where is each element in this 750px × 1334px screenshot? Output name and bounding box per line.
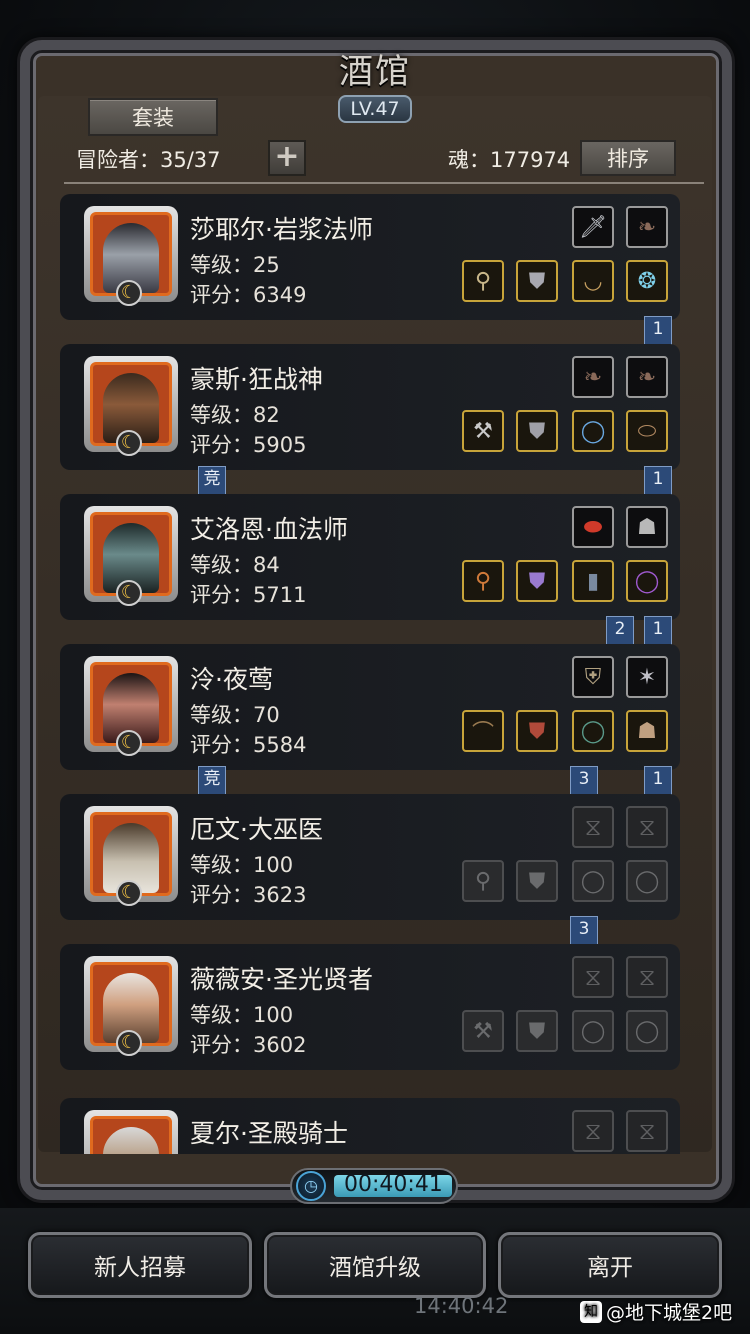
moon-icon: ☾ [116, 280, 142, 306]
feather-icon[interactable]: ❧ [572, 356, 614, 398]
dagger-icon[interactable]: 🗡 [572, 206, 614, 248]
empty-weapon-icon[interactable]: ⚲ [462, 860, 504, 902]
axe-icon[interactable]: ⚒ [462, 410, 504, 452]
adventurer-count: 冒险者：35/37 [76, 148, 221, 172]
hero-card[interactable]: ☾ 薇薇安·圣光贤者 等级：100 评分：3602 ⧖ ⧖ ⚒ ⛊ ◯ ◯ [60, 944, 680, 1070]
armor-icon[interactable]: ⛊ [516, 260, 558, 302]
empty-ring-icon[interactable]: ◯ [626, 1010, 668, 1052]
star-icon[interactable]: ✶ [626, 656, 668, 698]
hero-name: 艾洛恩·血法师 [190, 515, 348, 544]
gem-icon[interactable]: ❂ [626, 260, 668, 302]
watermark: 知 @地下城堡2吧 [580, 1298, 732, 1325]
page-title: 酒馆 [339, 52, 411, 92]
hero-name: 泠·夜莺 [190, 665, 273, 694]
empty-slot-icon[interactable]: ⧖ [626, 1110, 668, 1152]
moon-icon: ☾ [116, 430, 142, 456]
empty-slot-icon[interactable]: ⧖ [572, 806, 614, 848]
ring-icon[interactable]: ◯ [626, 560, 668, 602]
header-divider [64, 182, 704, 184]
hero-name: 夏尔·圣殿骑士 [190, 1119, 348, 1148]
empty-ring-icon[interactable]: ◯ [626, 860, 668, 902]
feather-icon[interactable]: ❧ [626, 356, 668, 398]
armor-icon[interactable]: ⛊ [516, 710, 558, 752]
ring-icon[interactable]: ◯ [572, 710, 614, 752]
moon-icon: ☾ [116, 730, 142, 756]
hero-avatar [103, 1127, 159, 1154]
hero-name: 豪斯·狂战神 [190, 365, 323, 394]
hero-level: 等级：84 [190, 553, 280, 577]
system-clock: 14:40:42 [414, 1294, 509, 1318]
hero-card[interactable]: ☾ 厄文·大巫医 等级：100 评分：3623 ⧖ ⧖ ⚲ ⛊ ◯ ◯ [60, 794, 680, 920]
hero-score: 评分：5905 [190, 433, 307, 457]
mask-icon[interactable]: ☗ [626, 506, 668, 548]
bracer-icon[interactable]: ⬭ [626, 410, 668, 452]
hero-score: 评分：5584 [190, 733, 307, 757]
amulet-icon[interactable]: ◡ [572, 260, 614, 302]
empty-armor-icon[interactable]: ⛊ [516, 860, 558, 902]
leave-button[interactable]: 离开 [498, 1232, 722, 1298]
moon-icon: ☾ [116, 580, 142, 606]
hero-card[interactable]: ☾ 艾洛恩·血法师 等级：84 评分：5711 ⬬ ☗ ⚲ ⛊ ▮ ◯ [60, 494, 680, 620]
hero-level: 等级：82 [190, 403, 280, 427]
hero-score: 评分：3623 [190, 883, 307, 907]
red-gem-icon[interactable]: ⬬ [572, 506, 614, 548]
hero-level: 等级：70 [190, 703, 280, 727]
hero-card[interactable]: 夏尔·圣殿骑士 ⧖ ⧖ [60, 1098, 680, 1154]
staff-icon[interactable]: ⚲ [462, 260, 504, 302]
hero-name: 薇薇安·圣光贤者 [190, 965, 373, 994]
moon-icon: ☾ [116, 880, 142, 906]
hero-card[interactable]: ☾ 泠·夜莺 等级：70 评分：5584 ⛨ ✶ ⌒ ⛊ ◯ ☗ [60, 644, 680, 770]
recruit-button[interactable]: 新人招募 [28, 1232, 252, 1298]
watermark-text: @地下城堡2吧 [606, 1302, 733, 1324]
feather-icon[interactable]: ❧ [626, 206, 668, 248]
title-plate: 酒馆 LV.47 [318, 30, 432, 123]
empty-ring-icon[interactable]: ◯ [572, 1010, 614, 1052]
soul-count: 魂：177974 [448, 148, 571, 172]
hero-name: 厄文·大巫医 [190, 815, 323, 844]
timer: ◷ 00:40:41 [290, 1168, 458, 1204]
empty-slot-icon[interactable]: ⧖ [572, 1110, 614, 1152]
hero-level: 等级：100 [190, 1003, 294, 1027]
hero-card[interactable]: ☾ 豪斯·狂战神 等级：82 评分：5905 ❧ ❧ ⚒ ⛊ ◯ ⬭ [60, 344, 680, 470]
hero-score: 评分：3602 [190, 1033, 307, 1057]
boots-icon[interactable]: ▮ [572, 560, 614, 602]
empty-ring-icon[interactable]: ◯ [572, 860, 614, 902]
tavern-level-badge: LV.47 [338, 95, 412, 123]
set-button[interactable]: 套装 [88, 98, 218, 136]
upgrade-tavern-button[interactable]: 酒馆升级 [264, 1232, 486, 1298]
timer-text: 00:40:41 [344, 1172, 443, 1197]
hero-portrait[interactable] [84, 1110, 178, 1154]
empty-slot-icon[interactable]: ⧖ [626, 956, 668, 998]
hero-name: 莎耶尔·岩浆法师 [190, 215, 373, 244]
clock-icon: ◷ [296, 1171, 326, 1201]
empty-armor-icon[interactable]: ⛊ [516, 1010, 558, 1052]
ring-icon[interactable]: ◯ [572, 410, 614, 452]
zhihu-logo-icon: 知 [580, 1300, 602, 1323]
bow-icon[interactable]: ⌒ [462, 710, 504, 752]
hero-level: 等级：100 [190, 853, 294, 877]
empty-slot-icon[interactable]: ⧖ [572, 956, 614, 998]
hero-score: 评分：5711 [190, 583, 307, 607]
hero-card[interactable]: ☾ 莎耶尔·岩浆法师 等级：25 评分：6349 🗡 ❧ ⚲ ⛊ ◡ ❂ [60, 194, 680, 320]
empty-slot-icon[interactable]: ⧖ [626, 806, 668, 848]
shield-icon[interactable]: ⛨ [572, 656, 614, 698]
armor-icon[interactable]: ⛊ [516, 560, 558, 602]
mask-icon[interactable]: ☗ [626, 710, 668, 752]
sort-button[interactable]: 排序 [580, 140, 676, 176]
moon-icon: ☾ [116, 1030, 142, 1056]
hero-level: 等级：25 [190, 253, 280, 277]
empty-weapon-icon[interactable]: ⚒ [462, 1010, 504, 1052]
hero-list[interactable]: ☾ 莎耶尔·岩浆法师 等级：25 评分：6349 🗡 ❧ ⚲ ⛊ ◡ ❂ 1 ☾… [60, 194, 712, 1154]
hero-score: 评分：6349 [190, 283, 307, 307]
armor-icon[interactable]: ⛊ [516, 410, 558, 452]
add-adventurer-button[interactable]: + [268, 140, 306, 176]
staff-icon[interactable]: ⚲ [462, 560, 504, 602]
